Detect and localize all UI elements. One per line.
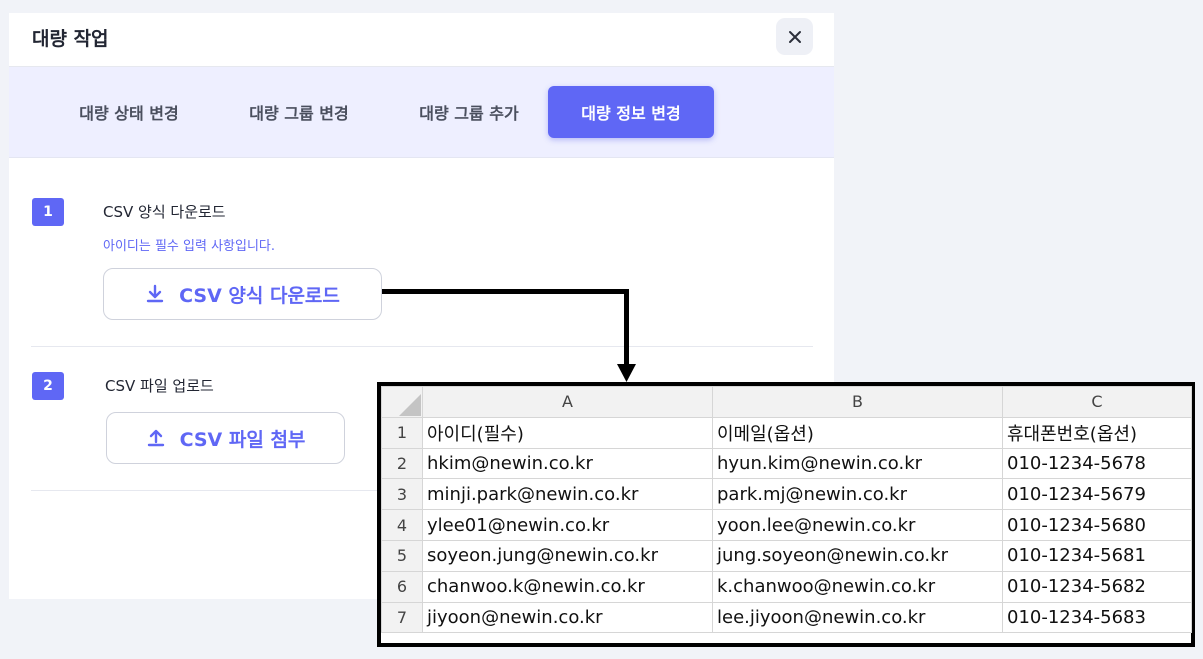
step-2-badge: 2 (32, 372, 64, 400)
cell[interactable]: park.mj@newin.co.kr (712, 478, 1003, 511)
row-number[interactable]: 2 (381, 447, 423, 480)
close-button[interactable] (776, 18, 813, 55)
csv-file-attach-button[interactable]: CSV 파일 첨부 (106, 412, 345, 464)
cell[interactable]: 010-1234-5679 (1002, 478, 1192, 511)
select-all-corner[interactable] (381, 386, 423, 418)
table-row: 5 soyeon.jung@newin.co.kr jung.soyeon@ne… (381, 539, 1192, 572)
dialog-title: 대량 작업 (32, 28, 109, 50)
download-button-label: CSV 양식 다운로드 (179, 284, 340, 307)
step-divider-1 (31, 346, 813, 347)
table-row: 6 chanwoo.k@newin.co.kr k.chanwoo@newin.… (381, 570, 1192, 603)
tab-bulk-group-change[interactable]: 대량 그룹 변경 (225, 86, 373, 138)
row-number[interactable]: 5 (381, 539, 423, 572)
cell[interactable]: jiyoon@newin.co.kr (422, 601, 713, 634)
cell[interactable]: 010-1234-5682 (1002, 570, 1192, 603)
attach-button-label: CSV 파일 첨부 (179, 428, 306, 451)
tabs-bar: 대량 상태 변경 대량 그룹 변경 대량 그룹 추가 대량 정보 변경 (9, 67, 834, 158)
connector-arrow-horizontal (382, 289, 629, 294)
spreadsheet-table: A B C 1 아이디(필수) 이메일(옵션) 휴대폰번호(옵션) 2 hkim… (381, 386, 1192, 634)
step-1-title: CSV 양식 다운로드 (103, 203, 226, 221)
step-2-title: CSV 파일 업로드 (105, 377, 214, 395)
csv-spreadsheet-preview: A B C 1 아이디(필수) 이메일(옵션) 휴대폰번호(옵션) 2 hkim… (377, 382, 1195, 647)
download-icon (146, 284, 164, 303)
tab-bulk-info-change[interactable]: 대량 정보 변경 (548, 86, 714, 138)
cell[interactable]: 휴대폰번호(옵션) (1002, 416, 1192, 449)
table-row: 2 hkim@newin.co.kr hyun.kim@newin.co.kr … (381, 447, 1192, 480)
column-header-row: A B C (381, 386, 1192, 418)
cell[interactable]: 아이디(필수) (422, 416, 713, 449)
cell[interactable]: 010-1234-5681 (1002, 539, 1192, 572)
tab-bulk-group-add[interactable]: 대량 그룹 추가 (395, 86, 543, 138)
row-number[interactable]: 7 (381, 601, 423, 634)
cell[interactable]: 010-1234-5678 (1002, 447, 1192, 480)
cell[interactable]: 010-1234-5683 (1002, 601, 1192, 634)
cell[interactable]: 이메일(옵션) (712, 416, 1003, 449)
column-header-b[interactable]: B (712, 386, 1003, 418)
cell[interactable]: yoon.lee@newin.co.kr (712, 509, 1003, 541)
upload-icon (147, 429, 164, 447)
step-1-badge: 1 (32, 198, 64, 226)
dialog-header: 대량 작업 (9, 13, 834, 67)
table-row: 3 minji.park@newin.co.kr park.mj@newin.c… (381, 478, 1192, 511)
table-row: 1 아이디(필수) 이메일(옵션) 휴대폰번호(옵션) (381, 416, 1192, 449)
close-icon (788, 30, 801, 43)
table-row: 7 jiyoon@newin.co.kr lee.jiyoon@newin.co… (381, 601, 1192, 634)
cell[interactable]: lee.jiyoon@newin.co.kr (712, 601, 1003, 634)
cell[interactable]: minji.park@newin.co.kr (422, 478, 713, 511)
table-row: 4 ylee01@newin.co.kr yoon.lee@newin.co.k… (381, 509, 1192, 541)
step-1-note: 아이디는 필수 입력 사항입니다. (103, 239, 276, 254)
cell[interactable]: hyun.kim@newin.co.kr (712, 447, 1003, 480)
cell[interactable]: 010-1234-5680 (1002, 509, 1192, 541)
row-number[interactable]: 6 (381, 570, 423, 603)
column-header-c[interactable]: C (1002, 386, 1192, 418)
cell[interactable]: jung.soyeon@newin.co.kr (712, 539, 1003, 572)
corner-triangle-icon (399, 393, 421, 416)
cell[interactable]: soyeon.jung@newin.co.kr (422, 539, 713, 572)
connector-arrow-vertical (624, 289, 629, 367)
row-number[interactable]: 4 (381, 509, 423, 541)
arrow-head-icon (617, 364, 636, 382)
tab-bulk-status-change[interactable]: 대량 상태 변경 (55, 86, 203, 138)
row-number[interactable]: 3 (381, 478, 423, 511)
csv-template-download-button[interactable]: CSV 양식 다운로드 (103, 268, 382, 320)
column-header-a[interactable]: A (422, 386, 713, 418)
cell[interactable]: k.chanwoo@newin.co.kr (712, 570, 1003, 603)
cell[interactable]: ylee01@newin.co.kr (422, 509, 713, 541)
row-number[interactable]: 1 (381, 416, 423, 449)
cell[interactable]: hkim@newin.co.kr (422, 447, 713, 480)
cell[interactable]: chanwoo.k@newin.co.kr (422, 570, 713, 603)
